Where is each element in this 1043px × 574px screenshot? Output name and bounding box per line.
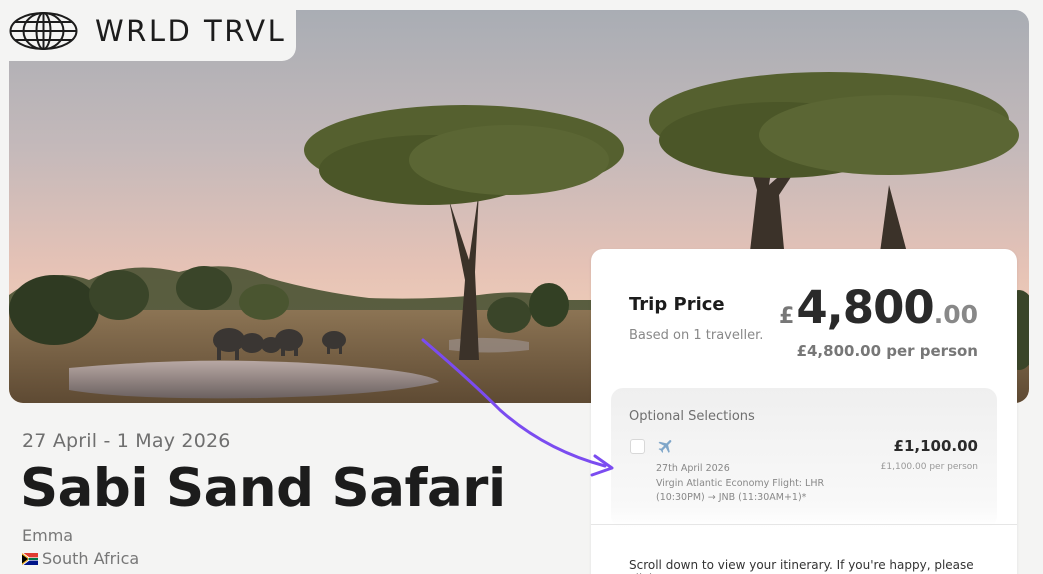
traveller-count: Based on 1 traveller.	[629, 328, 764, 343]
airplane-icon	[658, 440, 672, 453]
flight-option-date: 27th April 2026	[656, 463, 730, 474]
brand-name: WRLD TRVL	[95, 13, 287, 48]
globe-icon	[9, 11, 78, 50]
flight-option-checkbox[interactable]	[630, 439, 645, 454]
trip-title: Sabi Sand Safari	[20, 458, 506, 519]
total-price: £ 4,800 .00	[779, 281, 978, 334]
traveller-name: Emma	[22, 526, 74, 545]
trip-price-label: Trip Price	[629, 294, 725, 315]
optional-selections-title: Optional Selections	[629, 409, 755, 424]
price-whole: 4,800	[796, 281, 934, 334]
price-per-person: £4,800.00 per person	[796, 342, 978, 360]
flight-option-price-per-person: £1,100.00 per person	[880, 462, 978, 472]
brand-logo[interactable]: WRLD TRVL	[0, 0, 296, 61]
price-card: Trip Price Based on 1 traveller. £ 4,800…	[591, 249, 1017, 574]
scroll-instruction: Scroll down to view your itinerary. If y…	[629, 558, 974, 574]
flight-option-price: £1,100.00	[893, 437, 978, 455]
trip-dates: 27 April - 1 May 2026	[22, 430, 231, 452]
trip-country: South Africa	[22, 549, 139, 568]
currency-symbol: £	[779, 304, 795, 329]
price-decimal: .00	[933, 300, 978, 329]
optional-selections: Optional Selections £1,100.00 £1,100.00 …	[611, 388, 997, 528]
south-africa-flag-icon	[22, 552, 38, 565]
trip-country-label: South Africa	[42, 549, 140, 568]
flight-option-description: Virgin Atlantic Economy Flight: LHR (10:…	[656, 478, 825, 503]
card-divider	[591, 524, 1017, 525]
